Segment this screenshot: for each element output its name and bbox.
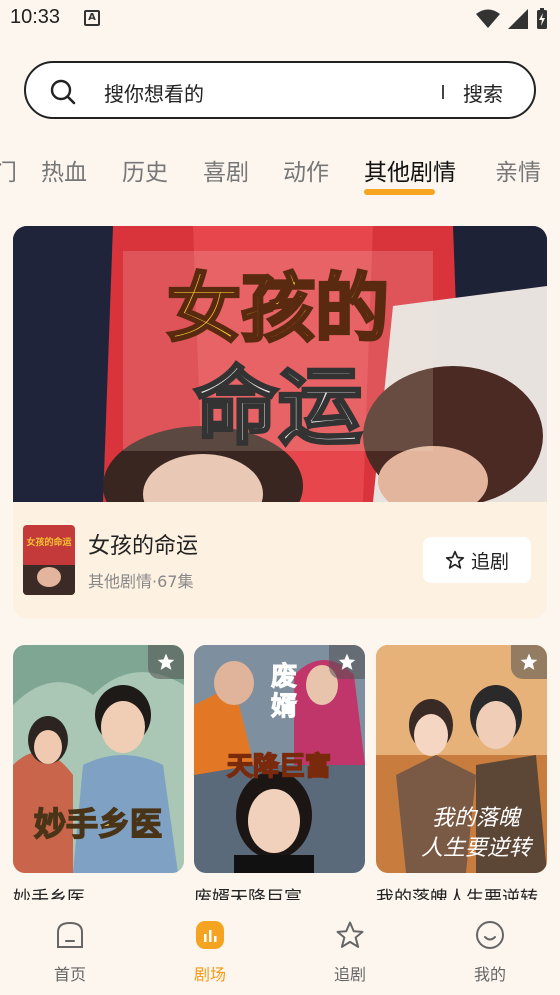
drama-poster-3: 我的落魄 人生要逆转 — [376, 645, 547, 873]
active-tab-indicator — [364, 189, 435, 195]
poster-title-3b: 人生要逆转 — [421, 836, 534, 861]
nav-theater-label: 剧场 — [193, 965, 226, 984]
drama-card-1[interactable]: 妙手乡医 — [13, 645, 184, 873]
nav-home[interactable]: 首页 — [30, 900, 110, 995]
notification-icon: A — [84, 10, 100, 26]
thumb-title: 女孩的命运 — [26, 536, 72, 548]
follow-label: 追剧 — [470, 550, 509, 573]
wifi-icon — [476, 9, 500, 28]
featured-meta: 其他剧情·67集 — [88, 572, 194, 591]
nav-profile[interactable]: 我的 — [450, 900, 530, 995]
status-time: 10:33 — [10, 6, 61, 28]
search-button[interactable]: 搜索 — [463, 78, 503, 107]
poster-title-line1: 女孩的 — [167, 266, 389, 352]
bottom-nav: 首页 剧场 追剧 我的 — [0, 900, 560, 995]
nav-theater[interactable]: 剧场 — [170, 900, 250, 995]
poster-title-2a: 废 — [271, 661, 297, 692]
bookmark-button-3[interactable] — [511, 645, 547, 679]
tab-partial[interactable]: 门 — [0, 153, 17, 187]
drama-poster-2: 废 婿 天降巨富 — [194, 645, 365, 873]
star-icon — [336, 921, 364, 948]
profile-icon — [476, 921, 504, 949]
star-icon — [157, 653, 175, 670]
poster-title-3a: 我的落魄 — [432, 806, 522, 831]
poster-title-2c: 天降巨富 — [227, 751, 331, 782]
nav-follow-label: 追剧 — [333, 965, 366, 984]
search-input[interactable]: 搜你想看的 — [104, 78, 204, 107]
featured-title[interactable]: 女孩的命运 — [88, 528, 198, 560]
bookmark-button-2[interactable] — [329, 645, 365, 679]
signal-icon — [508, 9, 528, 29]
nav-home-label: 首页 — [53, 965, 86, 984]
drama-card-3[interactable]: 我的落魄 人生要逆转 — [376, 645, 547, 873]
drama-poster-1: 妙手乡医 — [13, 645, 184, 873]
tab-qinqing[interactable]: 亲情 — [495, 153, 541, 187]
tab-lishi[interactable]: 历史 — [122, 153, 168, 187]
status-icons — [476, 8, 548, 30]
tab-xiju[interactable]: 喜剧 — [203, 153, 249, 187]
star-icon — [520, 653, 538, 670]
search-icon — [50, 79, 76, 105]
poster-title-2b: 婿 — [271, 692, 297, 722]
battery-icon — [537, 8, 547, 29]
search-bar[interactable]: 搜你想看的 搜索 — [24, 61, 536, 119]
tab-dongzuo[interactable]: 动作 — [283, 153, 329, 187]
tab-qita[interactable]: 其他剧情 — [364, 153, 456, 187]
poster-title-1: 妙手乡医 — [34, 805, 162, 843]
category-tabs: 门 热血 历史 喜剧 动作 其他剧情 亲情 — [0, 150, 560, 200]
home-icon — [57, 921, 83, 948]
star-icon — [445, 550, 465, 569]
status-bar: 10:33 A — [0, 0, 560, 40]
featured-info: 女孩的命运 女孩的命运 其他剧情·67集 追剧 — [13, 502, 547, 618]
follow-button[interactable]: 追剧 — [423, 537, 531, 583]
nav-profile-label: 我的 — [473, 965, 506, 984]
nav-follow[interactable]: 追剧 — [310, 900, 390, 995]
bookmark-button-1[interactable] — [148, 645, 184, 679]
star-icon — [338, 653, 356, 670]
theater-icon — [196, 921, 224, 949]
featured-card[interactable]: 女孩的 命运 女孩的命运 女孩的命运 其他剧情·67集 追剧 — [13, 226, 547, 618]
search-divider — [442, 85, 444, 99]
tab-rexue[interactable]: 热血 — [41, 153, 87, 187]
featured-poster[interactable]: 女孩的 命运 — [13, 226, 547, 502]
featured-thumbnail[interactable]: 女孩的命运 — [23, 525, 75, 595]
drama-card-2[interactable]: 废 婿 天降巨富 — [194, 645, 365, 873]
poster-title-line2: 命运 — [194, 357, 362, 456]
